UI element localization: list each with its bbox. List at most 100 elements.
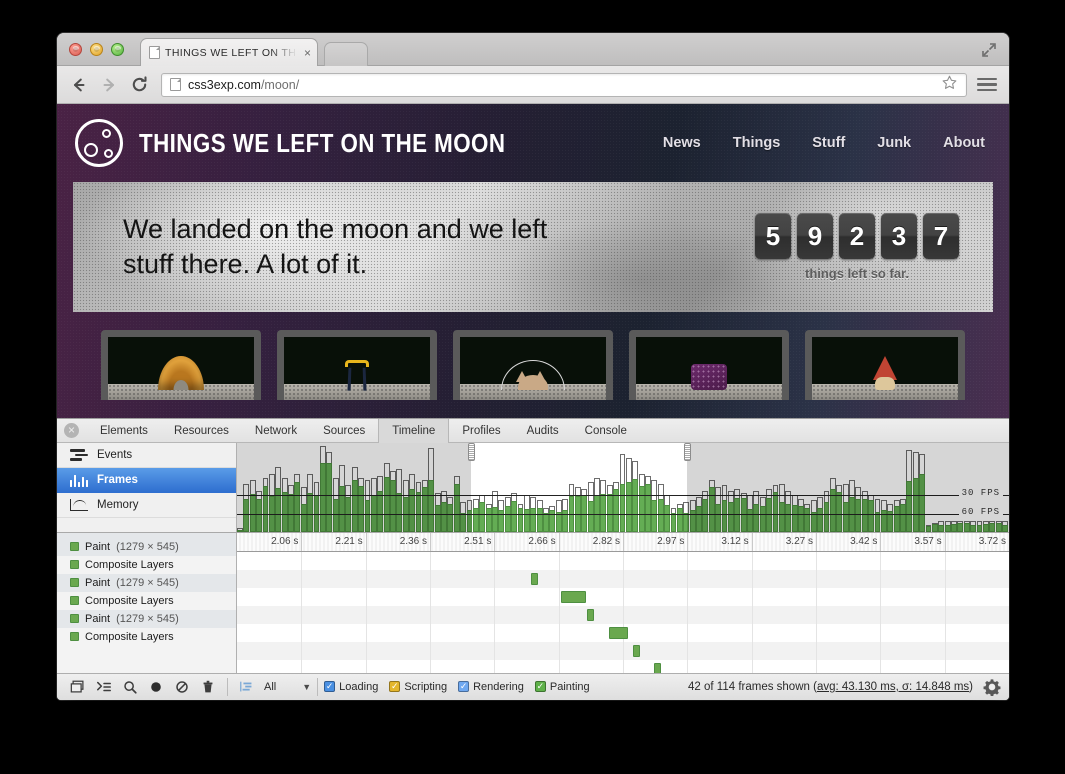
browser-menu-icon[interactable] — [977, 75, 997, 95]
reload-button[interactable] — [129, 75, 149, 95]
timeline-mode-sidebar: Events Frames Memory — [57, 443, 237, 532]
timeline-event-bar[interactable] — [609, 627, 628, 639]
frames-summary-stats[interactable]: avg: 43.130 ms, σ: 14.848 ms — [817, 681, 969, 693]
timeline-row[interactable] — [237, 624, 1009, 642]
table-row[interactable]: Paint (1279 × 545) — [57, 538, 236, 556]
timeline-gridline — [816, 588, 817, 606]
timeline-row[interactable] — [237, 660, 1009, 673]
frames-overview-graph[interactable]: 30 FPS 60 FPS — [237, 443, 1009, 532]
gear-icon[interactable] — [983, 678, 1001, 696]
thumbnail-donut[interactable] — [101, 330, 261, 400]
back-button[interactable] — [69, 75, 89, 95]
tab-timeline[interactable]: Timeline — [378, 419, 449, 443]
timeline-row[interactable] — [237, 642, 1009, 660]
composite-color-swatch — [70, 632, 79, 641]
devtools-close-icon[interactable]: × — [64, 423, 79, 438]
search-icon[interactable] — [117, 676, 143, 698]
timeline-gridline — [494, 624, 495, 642]
clear-icon[interactable] — [169, 676, 195, 698]
timeline-tick: 2.97 s — [687, 533, 688, 551]
table-row[interactable]: Composite Layers — [57, 556, 236, 574]
browser-window: THINGS WE LEFT ON THE M × — [57, 33, 1009, 700]
dock-side-icon[interactable] — [65, 676, 91, 698]
console-drawer-icon[interactable] — [91, 676, 117, 698]
checkbox-loading[interactable]: ✓ Loading — [324, 681, 378, 693]
timeline-row[interactable] — [237, 588, 1009, 606]
sidebar-item-label: Memory — [97, 499, 139, 511]
tab-audits[interactable]: Audits — [514, 419, 572, 443]
record-button[interactable] — [143, 676, 169, 698]
window-controls — [69, 43, 124, 56]
checkbox-painting[interactable]: ✓ Painting — [535, 681, 590, 693]
timeline-event-bar[interactable] — [633, 645, 640, 657]
tab-profiles[interactable]: Profiles — [449, 419, 513, 443]
timeline-gridline — [430, 570, 431, 588]
close-tab-icon[interactable]: × — [304, 47, 311, 59]
thumbnail-bag[interactable] — [629, 330, 789, 400]
tab-title: THINGS WE LEFT ON THE M — [165, 47, 300, 59]
timeline-event-bar[interactable] — [587, 609, 594, 621]
overview-left-handle[interactable] — [468, 443, 475, 461]
timeline-tick: 3.42 s — [880, 533, 881, 551]
thumbnail-chair[interactable] — [277, 330, 437, 400]
nav-item-junk[interactable]: Junk — [877, 135, 911, 151]
timeline-gridline — [494, 552, 495, 570]
close-window-button[interactable] — [69, 43, 82, 56]
timeline-gridline — [623, 660, 624, 673]
filter-value: All — [264, 681, 276, 693]
fullscreen-icon[interactable] — [981, 42, 997, 58]
bookmark-star-icon[interactable] — [941, 74, 958, 96]
forward-button[interactable] — [99, 75, 119, 95]
maximize-window-button[interactable] — [111, 43, 124, 56]
sidebar-item-memory[interactable]: Memory — [57, 493, 236, 518]
nav-item-about[interactable]: About — [943, 135, 985, 151]
thumbnail-cat[interactable] — [453, 330, 613, 400]
timeline-event-bar[interactable] — [531, 573, 538, 585]
timeline-event-bar[interactable] — [654, 663, 661, 673]
timeline-row[interactable] — [237, 552, 1009, 570]
tab-network[interactable]: Network — [242, 419, 310, 443]
nav-item-stuff[interactable]: Stuff — [812, 135, 845, 151]
hero-headline: We landed on the moon and we left stuff … — [123, 212, 603, 282]
nav-item-things[interactable]: Things — [733, 135, 781, 151]
tab-elements[interactable]: Elements — [87, 419, 161, 443]
overview-right-handle[interactable] — [684, 443, 691, 461]
minimize-window-button[interactable] — [90, 43, 103, 56]
nav-item-news[interactable]: News — [663, 135, 701, 151]
timeline-tick-label: 3.12 s — [721, 536, 748, 547]
filter-select[interactable]: All ▼ — [264, 681, 311, 693]
timeline-event-bar[interactable] — [561, 591, 586, 603]
timeline-gridline — [366, 606, 367, 624]
tab-resources[interactable]: Resources — [161, 419, 242, 443]
new-tab-button[interactable] — [324, 42, 368, 66]
tab-sources[interactable]: Sources — [310, 419, 378, 443]
sidebar-item-events[interactable]: Events — [57, 443, 236, 468]
table-row[interactable]: Paint (1279 × 545) — [57, 610, 236, 628]
timeline-grid[interactable]: 2.06 s2.21 s2.36 s2.51 s2.66 s2.82 s2.97… — [237, 533, 1009, 673]
moon-logo-icon — [75, 119, 123, 167]
timeline-row[interactable] — [237, 570, 1009, 588]
timeline-gridline — [880, 552, 881, 570]
timeline-gridline — [366, 552, 367, 570]
address-bar[interactable]: css3exp.com/moon/ — [161, 73, 967, 97]
flame-chart-icon[interactable] — [234, 676, 260, 698]
composite-color-swatch — [70, 560, 79, 569]
devtools-statusbar: All ▼ ✓ Loading ✓ Scripting ✓ Rendering — [57, 673, 1009, 700]
checkbox-rendering[interactable]: ✓ Rendering — [458, 681, 524, 693]
timeline-gridline — [494, 660, 495, 673]
timeline-row[interactable] — [237, 606, 1009, 624]
thumbnail-gnome[interactable] — [805, 330, 965, 400]
table-row[interactable]: Composite Layers — [57, 592, 236, 610]
trash-icon[interactable] — [195, 676, 221, 698]
tab-console[interactable]: Console — [572, 419, 640, 443]
record-label: Composite Layers — [85, 595, 174, 607]
table-row[interactable]: Paint (1279 × 545) — [57, 574, 236, 592]
timeline-gridline — [945, 552, 946, 570]
paint-color-swatch — [70, 614, 79, 623]
sidebar-item-frames[interactable]: Frames — [57, 468, 236, 493]
checkbox-scripting[interactable]: ✓ Scripting — [389, 681, 447, 693]
browser-tab[interactable]: THINGS WE LEFT ON THE M × — [140, 38, 318, 66]
timeline-gridline — [752, 606, 753, 624]
table-row[interactable]: Composite Layers — [57, 628, 236, 646]
timeline-tick-label: 2.51 s — [464, 536, 491, 547]
